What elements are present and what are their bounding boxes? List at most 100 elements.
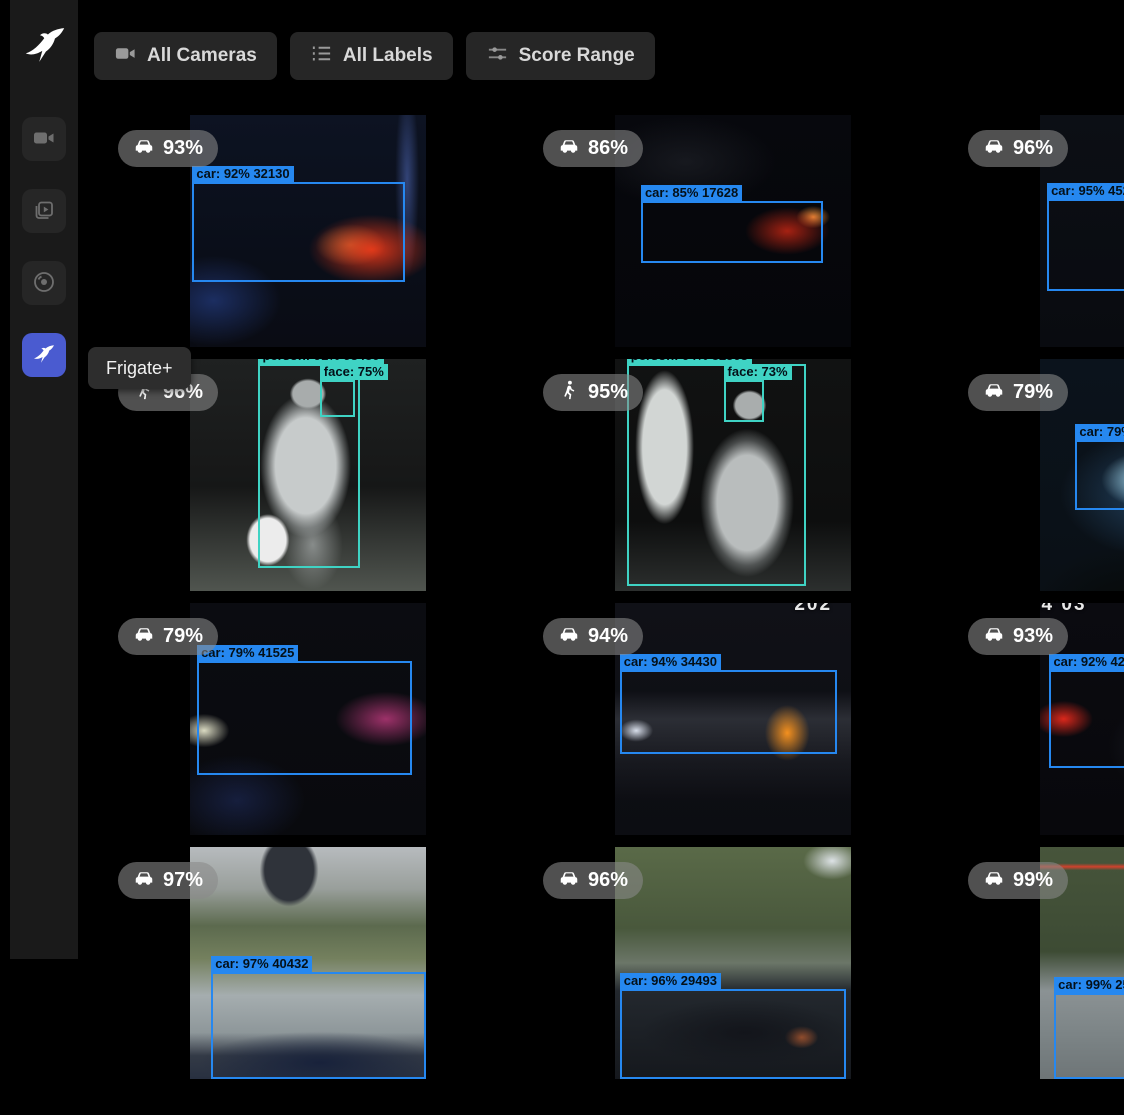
car-icon bbox=[133, 867, 155, 895]
detection-box: car: 92% 4216 bbox=[1049, 670, 1124, 767]
frigate-plus-tooltip: Frigate+ bbox=[88, 347, 191, 389]
snapshot-tile[interactable]: person: 94% 82503face: 73% bbox=[615, 359, 851, 591]
snapshot-tile[interactable]: car: 96% 29493 bbox=[615, 847, 851, 1079]
snapshot-cell: car: 99% 25 99% bbox=[946, 847, 1124, 1079]
score-badge: 86% bbox=[543, 130, 643, 167]
camera-timestamp-fragment: 202 bbox=[794, 603, 832, 616]
score-value: 96% bbox=[588, 869, 628, 892]
review-play-icon bbox=[32, 198, 56, 225]
detection-box: car: 94% 34430 bbox=[620, 670, 837, 754]
snapshot-cell: car: 95% 45260 96% bbox=[946, 115, 1124, 347]
all-labels-filter-button[interactable]: All Labels bbox=[290, 32, 453, 80]
snapshot-cell: person: 91% 93480face: 75% 96% bbox=[96, 359, 521, 591]
snapshot-cell: car: 94% 34430 202 94% bbox=[521, 603, 946, 835]
detection-box: car: 79% bbox=[1075, 440, 1124, 510]
snapshot-tile[interactable]: car: 79% 41525 bbox=[190, 603, 426, 835]
score-badge: 93% bbox=[118, 130, 218, 167]
frigate-logo bbox=[22, 22, 68, 68]
snapshot-cell: car: 92% 32130 93% bbox=[96, 115, 521, 347]
score-badge: 96% bbox=[543, 862, 643, 899]
detection-label: car: 95% 45260 bbox=[1047, 183, 1124, 199]
score-badge: 79% bbox=[968, 374, 1068, 411]
car-icon bbox=[983, 623, 1005, 651]
snapshot-cell: car: 79% 41525 79% bbox=[96, 603, 521, 835]
car-icon bbox=[983, 867, 1005, 895]
filter-label: All Cameras bbox=[147, 45, 257, 67]
detection-box: car: 79% 41525 bbox=[197, 661, 412, 775]
score-value: 79% bbox=[1013, 381, 1053, 404]
car-icon bbox=[983, 379, 1005, 407]
detection-label: face: 75% bbox=[320, 364, 388, 380]
car-icon bbox=[558, 623, 580, 651]
detection-box: car: 99% 25 bbox=[1054, 993, 1124, 1079]
detection-label: car: 94% 34430 bbox=[620, 654, 721, 670]
snapshot-cell: car: 79% 79% bbox=[946, 359, 1124, 591]
snapshot-tile[interactable]: car: 85% 17628 bbox=[615, 115, 851, 347]
sidebar-item-export[interactable] bbox=[22, 261, 66, 305]
score-value: 79% bbox=[163, 625, 203, 648]
score-badge: 95% bbox=[543, 374, 643, 411]
score-value: 96% bbox=[1013, 137, 1053, 160]
snapshot-cell: car: 96% 29493 96% bbox=[521, 847, 946, 1079]
detection-box: person: 94% 82503 bbox=[627, 364, 806, 587]
snapshot-cell: car: 97% 40432 97% bbox=[96, 847, 521, 1079]
sliders-icon bbox=[486, 42, 509, 71]
car-icon bbox=[133, 623, 155, 651]
all-cameras-filter-button[interactable]: All Cameras bbox=[94, 32, 277, 80]
video-camera-icon bbox=[114, 42, 137, 71]
filter-label: All Labels bbox=[343, 45, 433, 67]
bulleted-list-icon bbox=[310, 42, 333, 71]
detection-label: car: 96% 29493 bbox=[620, 973, 721, 989]
detection-label: face: 73% bbox=[724, 364, 792, 380]
detection-box: car: 85% 17628 bbox=[641, 201, 823, 264]
snapshot-tile[interactable]: car: 92% 32130 bbox=[190, 115, 426, 347]
detection-label: car: 92% 4216 bbox=[1049, 654, 1124, 670]
car-icon bbox=[133, 135, 155, 163]
disc-icon bbox=[32, 270, 56, 297]
score-range-filter-button[interactable]: Score Range bbox=[466, 32, 655, 80]
score-value: 86% bbox=[588, 137, 628, 160]
sidebar bbox=[10, 0, 78, 959]
sidebar-item-live[interactable] bbox=[22, 117, 66, 161]
detection-box: car: 97% 40432 bbox=[211, 972, 426, 1079]
detection-label: car: 92% 32130 bbox=[192, 166, 293, 182]
score-value: 93% bbox=[1013, 625, 1053, 648]
detection-box: face: 75% bbox=[320, 380, 355, 417]
tooltip-label: Frigate+ bbox=[106, 358, 173, 379]
snapshot-tile[interactable]: car: 97% 40432 bbox=[190, 847, 426, 1079]
detection-label: car: 79% bbox=[1075, 424, 1124, 440]
score-badge: 94% bbox=[543, 618, 643, 655]
score-value: 94% bbox=[588, 625, 628, 648]
snapshot-cell: car: 85% 17628 86% bbox=[521, 115, 946, 347]
detection-label: car: 85% 17628 bbox=[641, 185, 742, 201]
camera-timestamp-fragment: 024 03 bbox=[1040, 603, 1087, 616]
car-icon bbox=[558, 867, 580, 895]
score-badge: 99% bbox=[968, 862, 1068, 899]
score-value: 95% bbox=[588, 381, 628, 404]
filter-bar: All Cameras All Labels Score Range bbox=[94, 32, 655, 80]
sidebar-item-review[interactable] bbox=[22, 189, 66, 233]
snapshot-grid: car: 92% 32130 93% car: 85% 17628 86% ca… bbox=[96, 115, 1124, 1115]
car-icon bbox=[983, 135, 1005, 163]
detection-box: car: 96% 29493 bbox=[620, 989, 847, 1079]
car-icon bbox=[558, 135, 580, 163]
score-value: 99% bbox=[1013, 869, 1053, 892]
snapshot-cell: car: 92% 4216 024 03 93% bbox=[946, 603, 1124, 835]
frigate-bird-icon bbox=[32, 342, 56, 369]
video-camera-icon bbox=[32, 126, 56, 153]
score-badge: 93% bbox=[968, 618, 1068, 655]
snapshot-cell: person: 94% 82503face: 73% 95% bbox=[521, 359, 946, 591]
filter-label: Score Range bbox=[519, 45, 635, 67]
score-badge: 97% bbox=[118, 862, 218, 899]
score-value: 97% bbox=[163, 869, 203, 892]
snapshot-tile[interactable]: car: 94% 34430 202 bbox=[615, 603, 851, 835]
person-icon bbox=[558, 379, 580, 407]
score-value: 93% bbox=[163, 137, 203, 160]
detection-box: car: 95% 45260 bbox=[1047, 199, 1124, 292]
score-badge: 79% bbox=[118, 618, 218, 655]
detection-box: car: 92% 32130 bbox=[192, 182, 404, 282]
detection-label: car: 99% 25 bbox=[1054, 977, 1124, 993]
snapshot-tile[interactable]: person: 91% 93480face: 75% bbox=[190, 359, 426, 591]
score-badge: 96% bbox=[968, 130, 1068, 167]
sidebar-item-frigate-plus[interactable] bbox=[22, 333, 66, 377]
